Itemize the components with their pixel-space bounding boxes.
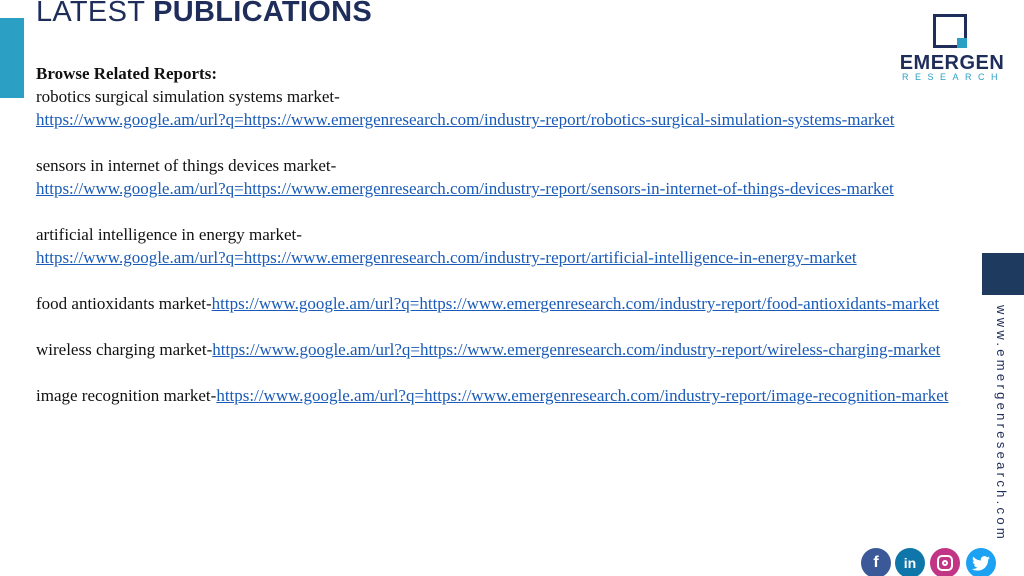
report-label: image recognition market- <box>36 386 217 405</box>
report-link[interactable]: https://www.google.am/url?q=https://www.… <box>36 179 894 198</box>
linkedin-icon[interactable]: in <box>895 548 925 576</box>
report-link[interactable]: https://www.google.am/url?q=https://www.… <box>216 386 948 405</box>
report-link[interactable]: https://www.google.am/url?q=https://www.… <box>212 340 940 359</box>
report-link[interactable]: https://www.google.am/url?q=https://www.… <box>36 248 857 267</box>
report-label: robotics surgical simulation systems mar… <box>36 87 340 106</box>
left-accent-bar <box>0 18 24 98</box>
related-reports-heading: Browse Related Reports: <box>36 64 217 83</box>
related-reports: Browse Related Reports: robotics surgica… <box>36 62 956 430</box>
twitter-icon[interactable] <box>966 548 996 576</box>
right-accent-square <box>982 253 1024 295</box>
report-label: sensors in internet of things devices ma… <box>36 156 337 175</box>
page-title-light: LATEST <box>36 0 154 28</box>
report-label: wireless charging market- <box>36 340 213 359</box>
page-title: LATEST PUBLICATIONS <box>36 0 372 29</box>
report-entry: wireless charging market-https://www.goo… <box>36 338 956 361</box>
report-entry: sensors in internet of things devices ma… <box>36 154 956 200</box>
report-entry: food antioxidants market-https://www.goo… <box>36 292 956 315</box>
vertical-website-url: www.emergenresearch.com <box>994 305 1009 543</box>
report-entry: robotics surgical simulation systems mar… <box>36 85 956 131</box>
report-label: food antioxidants market- <box>36 294 212 313</box>
page-title-bold: PUBLICATIONS <box>153 0 373 28</box>
report-entry: artificial intelligence in energy market… <box>36 223 956 269</box>
report-link[interactable]: https://www.google.am/url?q=https://www.… <box>36 110 894 129</box>
instagram-icon[interactable] <box>930 548 960 576</box>
facebook-icon[interactable]: f <box>861 548 891 576</box>
report-link[interactable]: https://www.google.am/url?q=https://www.… <box>212 294 940 313</box>
report-label: artificial intelligence in energy market… <box>36 225 302 244</box>
logo-mark-icon <box>933 14 967 48</box>
report-entry: image recognition market-https://www.goo… <box>36 384 956 407</box>
